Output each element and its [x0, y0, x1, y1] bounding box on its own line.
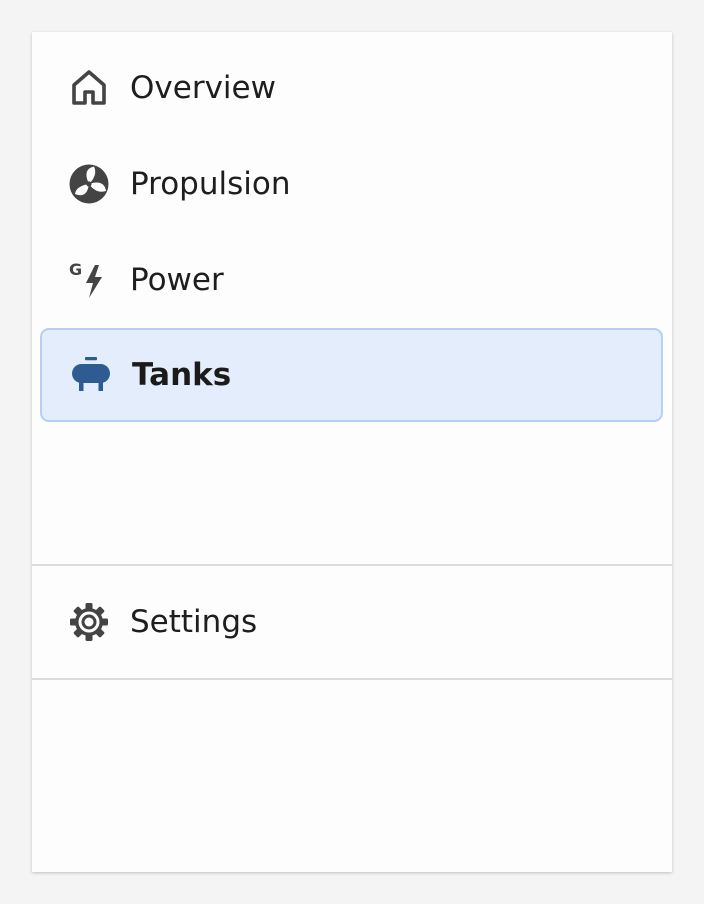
- divider: [32, 564, 672, 566]
- svg-text:G: G: [69, 260, 82, 279]
- sidebar-item-propulsion[interactable]: Propulsion: [40, 137, 663, 231]
- home-icon: [68, 67, 110, 109]
- sidebar-item-settings[interactable]: Settings: [40, 575, 663, 669]
- tank-icon: [70, 354, 112, 396]
- sidebar-item-label: Propulsion: [130, 166, 291, 202]
- sidebar-item-label: Overview: [130, 70, 276, 106]
- sidebar-item-label: Tanks: [132, 357, 232, 393]
- sidebar-item-overview[interactable]: Overview: [40, 41, 663, 135]
- sidebar-item-power[interactable]: G Power: [40, 233, 663, 327]
- sidebar-panel: Overview Propulsion G Power Tanks Settin…: [32, 32, 672, 872]
- generator-bolt-icon: G: [68, 259, 110, 301]
- fan-icon: [68, 163, 110, 205]
- gear-icon: [68, 601, 110, 643]
- sidebar-item-label: Power: [130, 262, 224, 298]
- divider: [32, 678, 672, 680]
- sidebar-item-label: Settings: [130, 604, 258, 640]
- sidebar-item-tanks[interactable]: Tanks: [40, 328, 663, 422]
